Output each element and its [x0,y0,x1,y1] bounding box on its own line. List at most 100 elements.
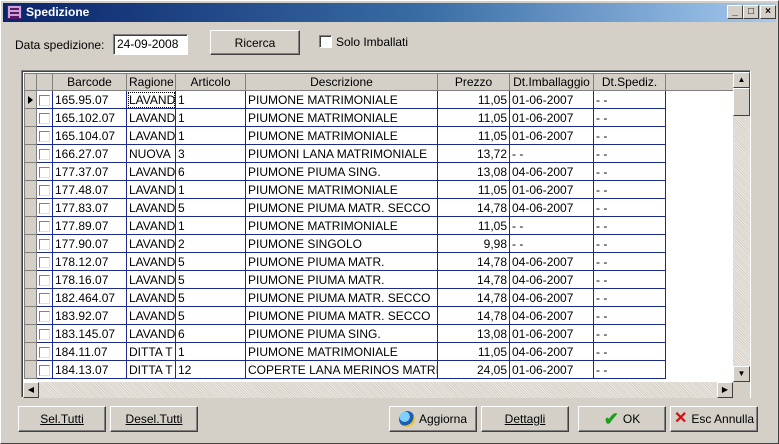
cell-prezzo[interactable]: 13,08 [437,162,510,181]
scroll-down-icon[interactable]: ▼ [733,366,750,382]
row-indicator[interactable] [24,162,37,181]
header-barcode[interactable]: Barcode [52,73,127,91]
row-indicator[interactable] [24,108,37,127]
cell-descrizione[interactable]: PIUMONE PIUMA MATR. [245,270,438,289]
cell-descrizione[interactable]: PIUMONE MATRIMONIALE [245,90,438,109]
select-all-button[interactable]: Sel.Tutti [18,406,106,432]
cell-ragione[interactable]: LAVAND [126,306,176,325]
cell-prezzo[interactable]: 14,78 [437,252,510,271]
cell-dt-imballaggio[interactable]: 04-06-2007 [509,306,594,325]
cell-dt-spediz[interactable]: - - [593,360,666,379]
cell-ragione[interactable]: LAVAND [126,270,176,289]
cell-dt-spediz[interactable]: - - [593,252,666,271]
cell-barcode[interactable]: 184.11.07 [52,342,127,361]
table-row[interactable]: 165.104.07 LAVAND 1 PIUMONE MATRIMONIALE 11,… [24,126,750,145]
maximize-button[interactable]: □ [743,5,759,19]
row-indicator[interactable] [24,342,37,361]
cell-dt-spediz[interactable]: - - [593,162,666,181]
cell-descrizione[interactable]: PIUMONE SINGOLO [245,234,438,253]
cell-dt-spediz[interactable]: - - [593,324,666,343]
scroll-left-icon[interactable]: ◀ [23,382,39,398]
cell-prezzo[interactable]: 24,05 [437,360,510,379]
minimize-button[interactable]: _ [727,5,743,19]
cell-descrizione[interactable]: PIUMONE MATRIMONIALE [245,342,438,361]
cell-barcode[interactable]: 165.102.07 [52,108,127,127]
table-row[interactable]: 178.16.07 LAVAND 5 PIUMONE PIUMA MATR. 14,78… [24,270,750,289]
cell-articolo[interactable]: 1 [175,90,246,109]
cell-articolo[interactable]: 6 [175,324,246,343]
cell-dt-imballaggio[interactable]: 04-06-2007 [509,198,594,217]
cell-articolo[interactable]: 2 [175,234,246,253]
table-row[interactable]: 177.89.07 LAVAND 1 PIUMONE MATRIMONIALE 11,0… [24,216,750,235]
cell-dt-spediz[interactable]: - - [593,198,666,217]
row-indicator[interactable] [24,234,37,253]
table-row[interactable]: 183.92.07 LAVAND 5 PIUMONE PIUMA MATR. SECC… [24,306,750,325]
cell-descrizione[interactable]: PIUMONE PIUMA MATR. [245,252,438,271]
header-descrizione[interactable]: Descrizione [245,73,438,91]
row-indicator[interactable] [24,90,37,109]
cell-barcode[interactable]: 165.95.07 [52,90,127,109]
cell-descrizione[interactable]: PIUMONE MATRIMONIALE [245,126,438,145]
row-checkbox[interactable] [39,184,50,196]
cell-articolo[interactable]: 1 [175,126,246,145]
cell-dt-imballaggio[interactable]: 01-06-2007 [509,360,594,379]
cell-articolo[interactable]: 1 [175,216,246,235]
row-indicator[interactable] [24,126,37,145]
cell-dt-imballaggio[interactable]: 01-06-2007 [509,90,594,109]
cell-articolo[interactable]: 1 [175,108,246,127]
horizontal-scrollbar[interactable]: ◀ ▶ [23,382,733,398]
cell-descrizione[interactable]: PIUMONE MATRIMONIALE [245,180,438,199]
cell-dt-spediz[interactable]: - - [593,108,666,127]
deselect-all-button[interactable]: Desel.Tutti [110,406,198,432]
row-indicator[interactable] [24,144,37,163]
cell-ragione[interactable]: DITTA T [126,360,176,379]
cell-barcode[interactable]: 178.12.07 [52,252,127,271]
header-dt-imballaggio[interactable]: Dt.Imballaggio [509,73,594,91]
row-indicator[interactable] [24,252,37,271]
cell-articolo[interactable]: 1 [175,180,246,199]
cell-dt-spediz[interactable]: - - [593,234,666,253]
cell-prezzo[interactable]: 14,78 [437,288,510,307]
row-checkbox[interactable] [39,238,50,250]
cell-descrizione[interactable]: PIUMONE PIUMA SING. [245,162,438,181]
cell-articolo[interactable]: 5 [175,198,246,217]
cell-dt-spediz[interactable]: - - [593,306,666,325]
cell-articolo[interactable]: 1 [175,342,246,361]
table-row[interactable]: 166.27.07 NUOVA 3 PIUMONI LANA MATRIMONIALE… [24,144,750,163]
cell-dt-imballaggio[interactable]: 01-06-2007 [509,126,594,145]
cell-dt-imballaggio[interactable]: 04-06-2007 [509,162,594,181]
details-button[interactable]: Dettagli [481,406,569,432]
cell-dt-imballaggio[interactable]: - - [509,144,594,163]
cell-prezzo[interactable]: 11,05 [437,108,510,127]
cell-dt-imballaggio[interactable]: 01-06-2007 [509,180,594,199]
table-row[interactable]: 177.83.07 LAVAND 5 PIUMONE PIUMA MATR. SECC… [24,198,750,217]
cell-ragione[interactable]: LAVAND [126,288,176,307]
cell-prezzo[interactable]: 11,05 [437,90,510,109]
close-button[interactable]: × [760,5,776,19]
cell-articolo[interactable]: 12 [175,360,246,379]
row-indicator[interactable] [24,288,37,307]
cell-descrizione[interactable]: PIUMONE PIUMA MATR. SECCO [245,288,438,307]
row-checkbox[interactable] [39,292,50,304]
cell-barcode[interactable]: 177.89.07 [52,216,127,235]
cell-barcode[interactable]: 177.90.07 [52,234,127,253]
cell-prezzo[interactable]: 13,08 [437,324,510,343]
row-indicator[interactable] [24,216,37,235]
cell-descrizione[interactable]: COPERTE LANA MERINOS MATRI [245,360,438,379]
cell-ragione[interactable]: LAVAND [126,180,176,199]
cell-articolo[interactable]: 5 [175,288,246,307]
cell-barcode[interactable]: 183.145.07 [52,324,127,343]
cell-ragione[interactable]: DITTA T [126,342,176,361]
cancel-button[interactable]: ✕ Esc Annulla [670,406,758,432]
refresh-button[interactable]: Aggiorna [389,406,477,432]
cell-barcode[interactable]: 177.83.07 [52,198,127,217]
cell-ragione[interactable]: LAVAND [126,126,176,145]
cell-dt-spediz[interactable]: - - [593,126,666,145]
cell-dt-imballaggio[interactable]: 01-06-2007 [509,108,594,127]
cell-dt-spediz[interactable]: - - [593,180,666,199]
scroll-up-icon[interactable]: ▲ [733,72,750,88]
cell-dt-spediz[interactable]: - - [593,216,666,235]
row-indicator[interactable] [24,270,37,289]
cell-ragione[interactable]: LAVAND [126,162,176,181]
cell-dt-imballaggio[interactable]: 01-06-2007 [509,324,594,343]
